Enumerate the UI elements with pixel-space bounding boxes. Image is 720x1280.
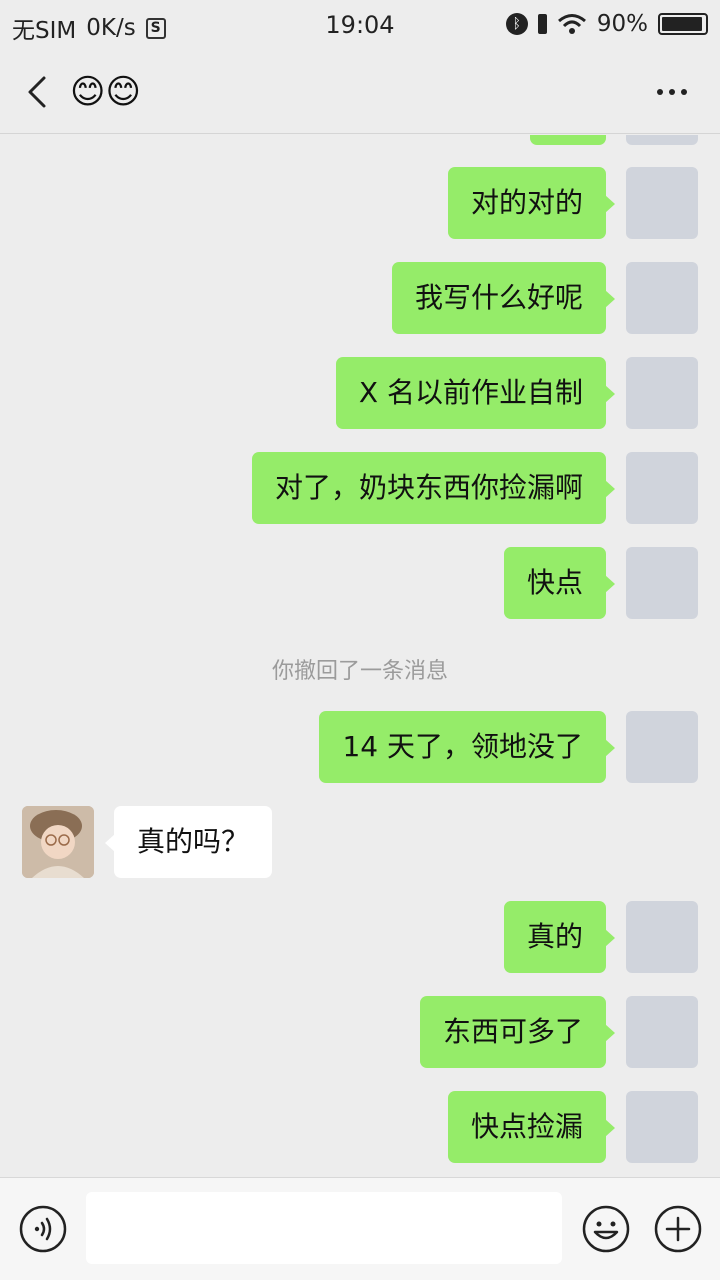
battery-icon bbox=[658, 13, 708, 35]
message-bubble[interactable]: 真的 bbox=[503, 901, 616, 973]
vibrate-icon bbox=[537, 14, 547, 34]
my-avatar[interactable] bbox=[626, 1091, 698, 1163]
my-avatar[interactable] bbox=[626, 262, 698, 334]
more-dots-icon[interactable] bbox=[654, 82, 690, 102]
my-avatar[interactable] bbox=[626, 547, 698, 619]
back-arrow-icon[interactable] bbox=[20, 72, 60, 112]
my-avatar[interactable] bbox=[626, 452, 698, 524]
my-avatar[interactable] bbox=[626, 711, 698, 783]
recall-notice: 你撤回了一条消息 bbox=[271, 659, 448, 684]
status-bar: 无SIM 0K/s S 19:04 ᛒ 90% bbox=[0, 0, 720, 52]
emoji-icon[interactable] bbox=[581, 1204, 631, 1254]
message-bubble[interactable]: 东西可多了 bbox=[419, 996, 616, 1068]
message-bubble[interactable]: 真的吗？ bbox=[104, 806, 273, 878]
my-avatar[interactable] bbox=[626, 901, 698, 973]
chat-title: 😊😊 bbox=[70, 72, 141, 112]
child-photo-icon bbox=[22, 806, 94, 878]
message-input[interactable] bbox=[86, 1192, 562, 1264]
plus-icon[interactable] bbox=[653, 1204, 703, 1254]
contact-avatar[interactable] bbox=[22, 806, 94, 878]
voice-icon[interactable] bbox=[18, 1204, 68, 1254]
chat-header: 😊😊 bbox=[0, 52, 720, 134]
chat-area[interactable]: 对的对的 我写什么好呢 X 名以前作业自制 对了，奶块东西你捡漏啊 快点 你撤回… bbox=[0, 135, 720, 1177]
my-avatar[interactable] bbox=[626, 996, 698, 1068]
partial-message-bubble[interactable] bbox=[530, 135, 606, 145]
message-bubble[interactable]: 快点 bbox=[503, 547, 616, 619]
message-bubble[interactable]: X 名以前作业自制 bbox=[335, 357, 616, 429]
message-bubble[interactable]: 快点捡漏 bbox=[447, 1091, 616, 1163]
message-bubble[interactable]: 对了，奶块东西你捡漏啊 bbox=[251, 452, 616, 524]
input-bar bbox=[0, 1177, 720, 1280]
my-avatar[interactable] bbox=[626, 357, 698, 429]
message-bubble[interactable]: 14 天了，领地没了 bbox=[319, 711, 615, 783]
status-right: ᛒ 90% bbox=[505, 11, 708, 37]
bluetooth-icon: ᛒ bbox=[505, 13, 528, 35]
my-avatar[interactable] bbox=[626, 135, 698, 145]
battery-percent: 90% bbox=[596, 11, 648, 37]
message-bubble[interactable]: 我写什么好呢 bbox=[391, 262, 616, 334]
message-bubble[interactable]: 对的对的 bbox=[447, 167, 616, 239]
my-avatar[interactable] bbox=[626, 167, 698, 239]
wifi-icon bbox=[557, 14, 586, 34]
